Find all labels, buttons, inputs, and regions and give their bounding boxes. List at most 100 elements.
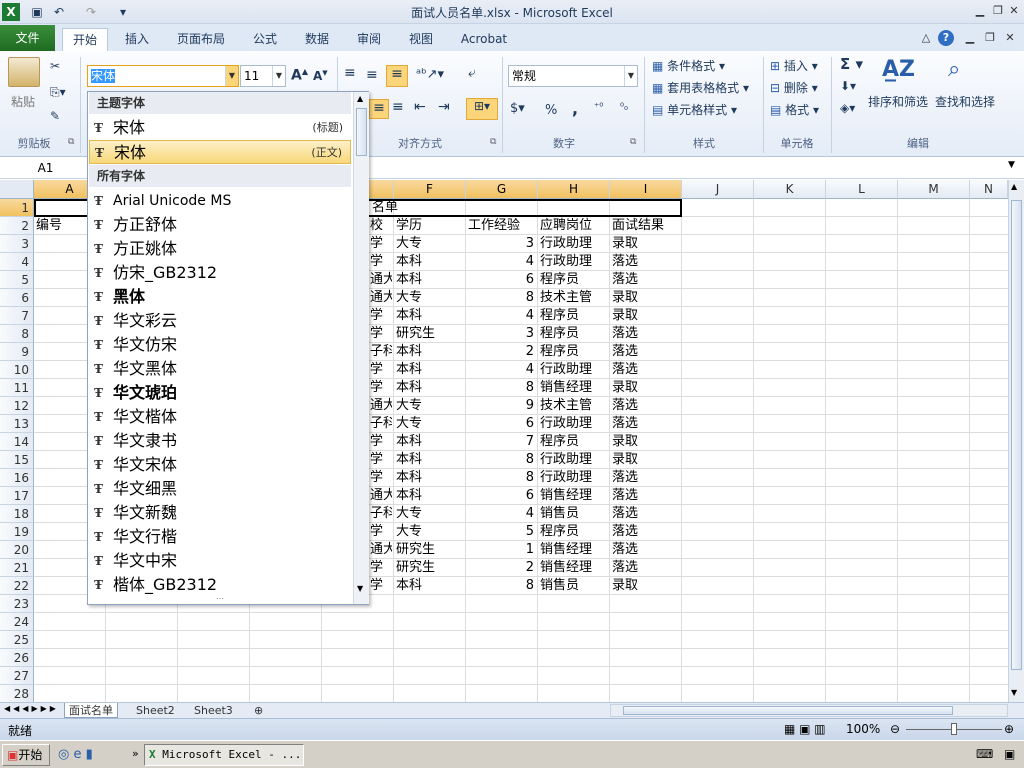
- row-header[interactable]: 28: [0, 685, 34, 702]
- table-cell[interactable]: 大专: [396, 235, 464, 253]
- table-cell[interactable]: 录取: [612, 307, 680, 325]
- column-header[interactable]: M: [898, 180, 970, 199]
- table-cell[interactable]: 通大: [370, 271, 392, 289]
- tab-file[interactable]: 文件: [0, 25, 55, 51]
- align-middle-icon[interactable]: ≡: [366, 67, 378, 83]
- table-cell[interactable]: 4: [466, 505, 536, 523]
- column-header[interactable]: I: [610, 180, 682, 199]
- column-header[interactable]: K: [754, 180, 826, 199]
- table-cell[interactable]: 大专: [396, 289, 464, 307]
- table-cell[interactable]: 落选: [612, 325, 680, 343]
- chevron-down-icon[interactable]: ▼: [225, 66, 238, 86]
- table-cell[interactable]: 8: [466, 469, 536, 487]
- font-option[interactable]: Ŧ 华文宋体: [89, 453, 351, 477]
- row-header[interactable]: 26: [0, 649, 34, 667]
- column-header[interactable]: N: [970, 180, 1008, 199]
- delete-cells-button[interactable]: ⊟ 删除 ▾: [770, 79, 818, 96]
- table-cell[interactable]: 落选: [612, 487, 680, 505]
- table-cell[interactable]: 研究生: [396, 325, 464, 343]
- table-cell[interactable]: 3: [466, 325, 536, 343]
- workbook-close-icon[interactable]: ✕: [1002, 30, 1018, 46]
- format-cells-button[interactable]: ▤ 格式 ▾: [770, 101, 819, 118]
- table-cell[interactable]: 行政助理: [540, 469, 608, 487]
- conditional-format-button[interactable]: ▦ 条件格式 ▾: [652, 57, 725, 74]
- format-painter-icon[interactable]: ✎: [50, 109, 60, 123]
- row-header[interactable]: 15: [0, 451, 34, 469]
- merge-center-icon[interactable]: ⊞▾: [466, 98, 498, 120]
- table-cell[interactable]: 落选: [612, 271, 680, 289]
- table-cell[interactable]: 学: [370, 523, 392, 541]
- table-cell[interactable]: 行政助理: [540, 235, 608, 253]
- format-as-table-button[interactable]: ▦ 套用表格格式 ▾: [652, 79, 749, 96]
- column-header[interactable]: J: [682, 180, 754, 199]
- table-cell[interactable]: 销售经理: [540, 541, 608, 559]
- table-cell[interactable]: 录取: [612, 433, 680, 451]
- table-cell[interactable]: 本科: [396, 469, 464, 487]
- row-header[interactable]: 14: [0, 433, 34, 451]
- increase-font-icon[interactable]: A▲: [291, 67, 308, 84]
- table-cell[interactable]: 学: [370, 469, 392, 487]
- workbook-restore-icon[interactable]: ❐: [982, 30, 998, 46]
- table-cell[interactable]: 4: [466, 307, 536, 325]
- row-header[interactable]: 8: [0, 325, 34, 343]
- sheet-tab[interactable]: Sheet3: [190, 703, 237, 718]
- table-cell[interactable]: 学: [370, 307, 392, 325]
- row-header[interactable]: 13: [0, 415, 34, 433]
- table-cell[interactable]: 本科: [396, 271, 464, 289]
- table-cell[interactable]: 学: [370, 253, 392, 271]
- font-option[interactable]: Ŧ 仿宋_GB2312: [89, 261, 351, 285]
- table-cell[interactable]: 行政助理: [540, 361, 608, 379]
- table-cell[interactable]: 录取: [612, 235, 680, 253]
- row-header[interactable]: 9: [0, 343, 34, 361]
- font-option-heading[interactable]: Ŧ 宋体 (标题): [89, 116, 351, 140]
- table-cell[interactable]: 8: [466, 289, 536, 307]
- minimize-icon[interactable]: ▁: [972, 3, 988, 19]
- tab-view[interactable]: 视图: [402, 28, 440, 51]
- table-cell[interactable]: 7: [466, 433, 536, 451]
- decrease-font-icon[interactable]: A▼: [313, 69, 328, 83]
- workbook-minimize-icon[interactable]: ▁: [962, 30, 978, 46]
- table-cell[interactable]: 4: [466, 361, 536, 379]
- table-cell[interactable]: 销售经理: [540, 487, 608, 505]
- table-cell[interactable]: 3: [466, 235, 536, 253]
- table-cell[interactable]: 学: [370, 451, 392, 469]
- table-cell[interactable]: 8: [466, 379, 536, 397]
- row-header[interactable]: 17: [0, 487, 34, 505]
- paste-button[interactable]: 粘贴: [11, 93, 35, 110]
- table-cell[interactable]: 学: [370, 325, 392, 343]
- font-option-body[interactable]: Ŧ 宋体 (正文): [89, 140, 351, 164]
- table-cell[interactable]: 销售经理: [540, 379, 608, 397]
- tab-page-layout[interactable]: 页面布局: [170, 28, 232, 51]
- row-header[interactable]: 23: [0, 595, 34, 613]
- table-cell[interactable]: 2: [466, 559, 536, 577]
- start-button[interactable]: ▣开始: [2, 744, 50, 766]
- zoom-slider-thumb[interactable]: [951, 723, 957, 735]
- table-cell[interactable]: 落选: [612, 253, 680, 271]
- table-cell[interactable]: 行政助理: [540, 451, 608, 469]
- table-cell[interactable]: 9: [466, 397, 536, 415]
- table-cell[interactable]: 技术主管: [540, 397, 608, 415]
- tab-formulas[interactable]: 公式: [246, 28, 284, 51]
- scroll-up-icon[interactable]: ▲: [1011, 182, 1017, 191]
- sort-filter-icon[interactable]: A̲Z: [882, 57, 915, 82]
- table-cell[interactable]: 通大: [370, 541, 392, 559]
- font-option[interactable]: Ŧ 华文行楷: [89, 525, 351, 549]
- close-icon[interactable]: ✕: [1006, 3, 1022, 19]
- table-cell[interactable]: 本科: [396, 343, 464, 361]
- expand-formula-icon[interactable]: ▼: [1008, 160, 1015, 170]
- table-cell[interactable]: 学: [370, 379, 392, 397]
- sheet-tab[interactable]: 面试名单: [64, 703, 118, 718]
- column-header[interactable]: L: [826, 180, 898, 199]
- table-cell[interactable]: 程序员: [540, 343, 608, 361]
- scroll-down-icon[interactable]: ▼: [357, 584, 363, 593]
- row-header[interactable]: 24: [0, 613, 34, 631]
- tray-keyboard-icon[interactable]: ⌨: [976, 747, 993, 761]
- table-cell[interactable]: 本科: [396, 433, 464, 451]
- font-option[interactable]: Ŧ 华文隶书: [89, 429, 351, 453]
- scroll-up-icon[interactable]: ▲: [357, 94, 363, 103]
- view-buttons[interactable]: ▦ ▣ ▥: [784, 722, 826, 736]
- zoom-in-icon[interactable]: ⊕: [1004, 722, 1014, 736]
- clear-icon[interactable]: ◈▾: [840, 101, 855, 115]
- font-option[interactable]: Ŧ 华文彩云: [89, 309, 351, 333]
- paste-icon[interactable]: [8, 57, 40, 87]
